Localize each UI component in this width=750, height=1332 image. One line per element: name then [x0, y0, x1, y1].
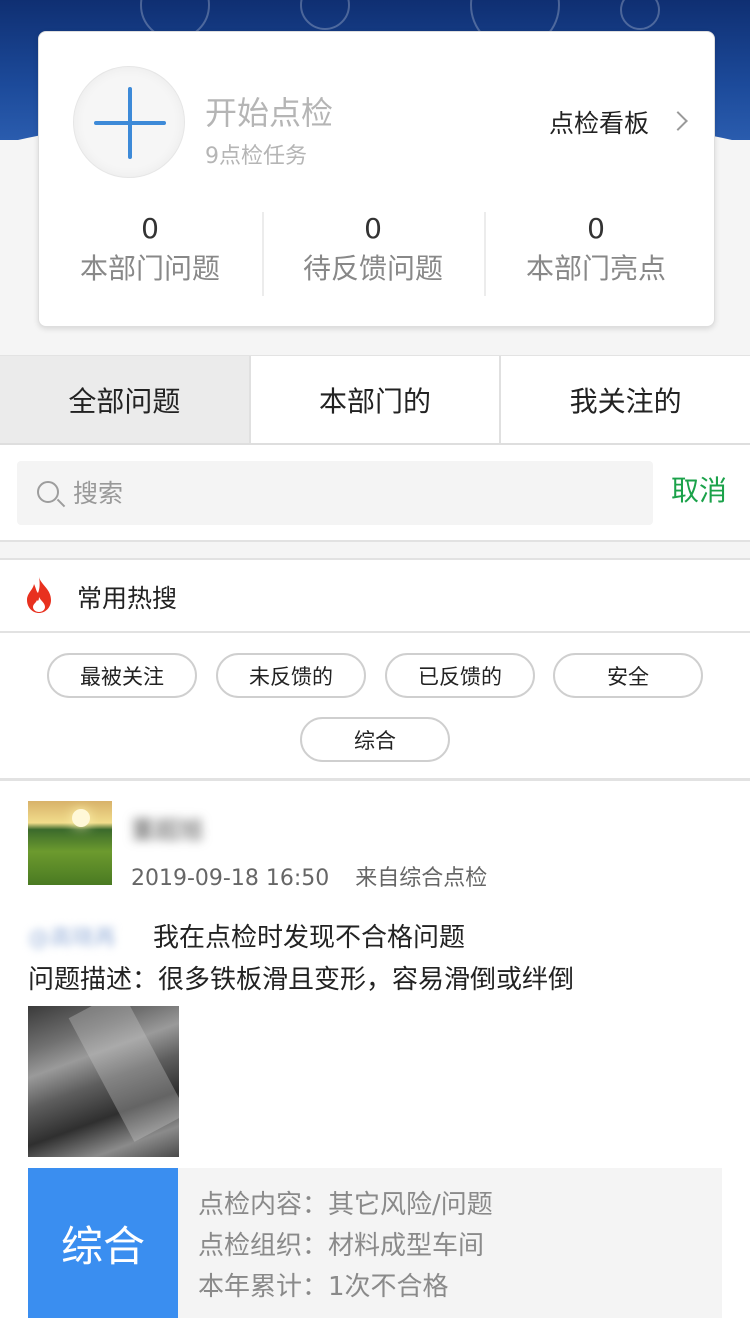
- task-count: 9点检任务: [205, 144, 307, 169]
- plus-icon-vertical: [128, 87, 132, 159]
- tag-most-followed[interactable]: 最被关注: [47, 653, 197, 698]
- post-mention[interactable]: @高晓再: [28, 920, 116, 952]
- hot-search-title: 常用热搜: [77, 584, 178, 613]
- tab-all-issues[interactable]: 全部问题: [0, 356, 251, 443]
- gear-decoration: [620, 0, 660, 30]
- tag-safety[interactable]: 安全: [553, 653, 703, 698]
- post-photo[interactable]: [28, 1006, 179, 1157]
- stat-value: 0: [587, 212, 605, 245]
- post-text-headline: 我在点检时发现不合格问题: [153, 923, 466, 953]
- inspection-info[interactable]: 综合 点检内容：其它风险/问题 点检组织：材料成型车间 本年累计：1次不合格: [28, 1168, 722, 1318]
- tab-my-department[interactable]: 本部门的: [251, 356, 502, 443]
- info-yearly-total: 本年累计：1次不合格: [198, 1272, 449, 1302]
- search-box[interactable]: [17, 461, 653, 525]
- inspection-board-link[interactable]: 点检看板: [549, 104, 649, 140]
- tag-has-feedback[interactable]: 已反馈的: [385, 653, 535, 698]
- stat-department-highlights[interactable]: 0 本部门亮点: [485, 212, 707, 287]
- info-inspection-org: 点检组织：材料成型车间: [198, 1231, 485, 1261]
- filter-tabs: 全部问题 本部门的 我关注的: [0, 355, 750, 445]
- search-bar: 取消: [0, 447, 750, 542]
- section-divider: [0, 542, 750, 560]
- photo-sheen: [68, 1006, 179, 1142]
- hot-search-tags: 最被关注 未反馈的 已反馈的 安全 综合: [0, 634, 750, 781]
- tag-comprehensive[interactable]: 综合: [300, 717, 450, 762]
- search-input[interactable]: [73, 475, 633, 511]
- stat-department-issues[interactable]: 0 本部门问题: [39, 212, 261, 287]
- avatar[interactable]: [28, 801, 112, 885]
- stat-label: 本部门问题: [79, 252, 220, 285]
- post-timestamp: 2019-09-18 16:50: [131, 866, 330, 891]
- post-text-description: 问题描述：很多铁板滑且变形，容易滑倒或绊倒: [28, 965, 575, 995]
- post-meta: 2019-09-18 16:50 来自综合点检: [131, 860, 487, 892]
- stat-pending-feedback[interactable]: 0 待反馈问题: [262, 212, 484, 287]
- post-source: 来自综合点检: [355, 866, 488, 891]
- stat-value: 0: [141, 212, 159, 245]
- stat-value: 0: [364, 212, 382, 245]
- issue-post[interactable]: 董超旭 2019-09-18 16:50 来自综合点检 @高晓再 我在点检时发现不…: [0, 784, 750, 1332]
- fire-icon: [27, 577, 51, 613]
- category-badge: 综合: [28, 1168, 178, 1318]
- hot-search-header: 常用热搜: [0, 561, 750, 633]
- avatar-sun: [72, 809, 90, 827]
- search-icon: [37, 481, 59, 503]
- cancel-button[interactable]: 取消: [671, 469, 727, 509]
- chevron-right-icon[interactable]: [668, 111, 688, 131]
- start-inspection-button[interactable]: [73, 66, 185, 178]
- tab-following[interactable]: 我关注的: [501, 356, 750, 443]
- stat-label: 待反馈问题: [302, 252, 443, 285]
- inspection-card: 开始点检 9点检任务 点检看板 0 本部门问题 0 待反馈问题 0 本部门亮点: [38, 31, 715, 327]
- tag-no-feedback[interactable]: 未反馈的: [216, 653, 366, 698]
- info-inspection-content: 点检内容：其它风险/问题: [198, 1190, 493, 1220]
- gear-decoration: [300, 0, 350, 30]
- start-inspection-title[interactable]: 开始点检: [205, 88, 333, 134]
- stat-label: 本部门亮点: [525, 252, 666, 285]
- post-author[interactable]: 董超旭: [131, 810, 203, 845]
